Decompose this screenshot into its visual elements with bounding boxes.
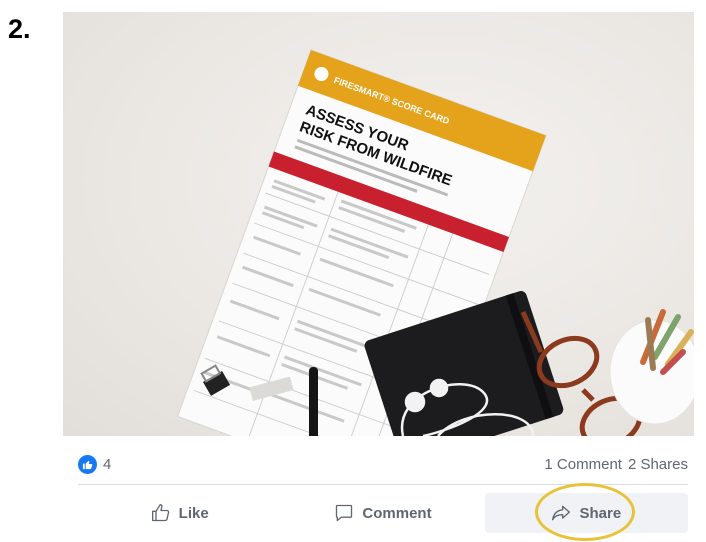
shares-count-link[interactable]: 2 Shares	[628, 456, 688, 473]
reactions-bar: 4 1 Comment 2 Shares	[78, 451, 688, 477]
share-label: Share	[579, 504, 622, 522]
reaction-summary[interactable]: 4	[78, 454, 112, 474]
like-button[interactable]: Like	[78, 493, 281, 533]
photo-scene: FIRESMART® SCORE CARD ASSESS YOUR RISK F…	[176, 49, 694, 436]
post-photo[interactable]: FIRESMART® SCORE CARD ASSESS YOUR RISK F…	[63, 12, 694, 436]
reaction-count: 4	[103, 455, 112, 473]
like-reaction-icon	[78, 454, 97, 474]
pen	[309, 367, 318, 436]
comment-button[interactable]: Comment	[281, 493, 484, 533]
divider	[78, 484, 688, 485]
share-button[interactable]: Share	[484, 493, 688, 533]
comment-icon	[336, 504, 353, 522]
pencil-cup	[609, 309, 694, 425]
comment-label: Comment	[362, 504, 432, 522]
share-arrow-icon	[552, 505, 571, 521]
post-actions: Like Comment Share	[78, 493, 688, 533]
like-label: Like	[178, 504, 209, 522]
step-number: 2.	[8, 14, 31, 44]
comments-count-link[interactable]: 1 Comment	[544, 456, 622, 473]
thumbs-up-icon	[151, 504, 169, 522]
